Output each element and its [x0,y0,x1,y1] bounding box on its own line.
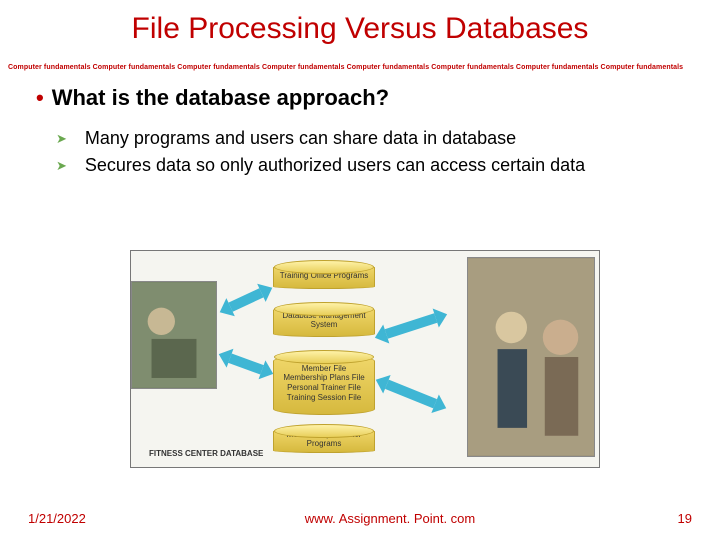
slide-footer: 1/21/2022 www. Assignment. Point. com 19 [0,511,720,526]
chevron-right-icon: ➤ [56,158,67,175]
slide-title: File Processing Versus Databases [0,0,720,46]
list-item: ➤ Many programs and users can share data… [56,127,720,150]
chevron-right-icon: ➤ [56,131,67,148]
bidirectional-arrow-icon [385,380,437,409]
cylinder-counter: Membership Counter Programs [273,429,375,453]
bullet-dot-icon: • [36,85,44,110]
cylinder-label: Training Office Programs [280,271,368,280]
cylinder-files: Member File Membership Plans File Person… [273,355,375,415]
cylinder-label: Database Management System [278,311,370,329]
list-item: ➤ Secures data so only authorized users … [56,154,720,177]
sub-bullet-list: ➤ Many programs and users can share data… [0,127,720,178]
bidirectional-arrow-icon [228,353,263,374]
cylinder-dbms: Database Management System [273,307,375,337]
main-bullet-text: What is the database approach? [52,85,389,110]
cylinder-label: Membership Counter Programs [278,430,370,448]
footer-site: www. Assignment. Point. com [148,511,632,526]
watermark-line: Computer fundamentals Computer fundament… [0,46,720,79]
footer-page-number: 19 [632,511,692,526]
photo-office [131,281,217,389]
cylinder-label: Member File Membership Plans File Person… [283,364,364,402]
footer-date: 1/21/2022 [28,511,148,526]
list-item-text: Secures data so only authorized users ca… [85,154,585,177]
main-bullet: • What is the database approach? [0,79,720,127]
database-diagram: Training Office Programs Database Manage… [130,250,600,468]
diagram-caption: FITNESS CENTER DATABASE [149,449,263,458]
list-item-text: Many programs and users can share data i… [85,127,516,150]
photo-gym [467,257,595,457]
bidirectional-arrow-icon [385,313,438,339]
bidirectional-arrow-icon [228,288,263,311]
cylinder-training-office: Training Office Programs [273,265,375,289]
